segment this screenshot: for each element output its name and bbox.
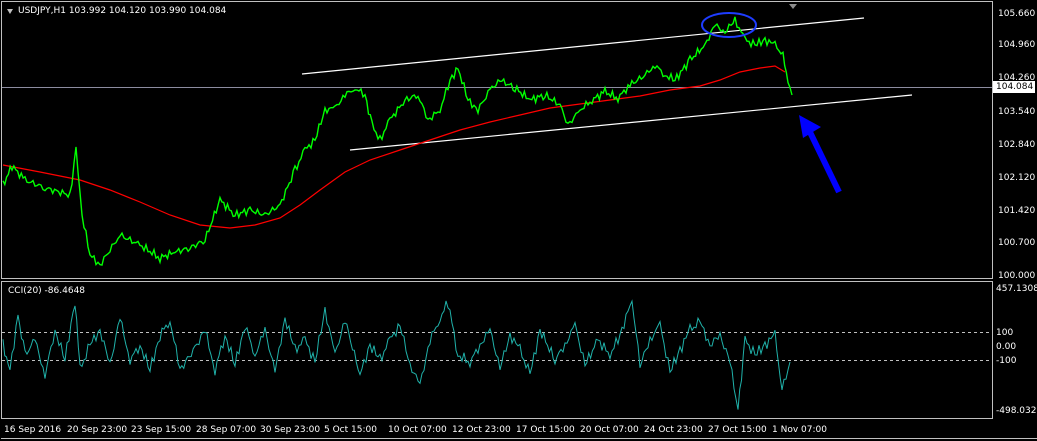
- price-label: 102.120: [998, 173, 1036, 183]
- cci-axis-label: 0.00: [996, 342, 1017, 352]
- current-price-label: 104.084: [996, 82, 1034, 92]
- price-line: [2, 16, 793, 266]
- time-label: 24 Oct 23:00: [644, 425, 703, 435]
- time-label: 12 Oct 23:00: [452, 425, 511, 435]
- time-label: 10 Oct 07:00: [388, 425, 447, 435]
- time-label: 27 Oct 15:00: [708, 425, 767, 435]
- cci-axis-label: 100: [996, 328, 1014, 338]
- indicator-pane-frame: [1, 281, 993, 419]
- price-label: 102.840: [998, 140, 1036, 150]
- channel-lower-line[interactable]: [349, 94, 913, 151]
- price-pane-frame: [1, 1, 993, 279]
- price-label: 105.660: [998, 9, 1036, 19]
- cci-axis-label: -100: [996, 356, 1017, 366]
- channel-upper-line[interactable]: [301, 17, 865, 75]
- collapse-triangle-icon[interactable]: [7, 9, 13, 14]
- shift-marker-icon[interactable]: [789, 4, 797, 9]
- time-label: 20 Sep 23:00: [67, 425, 128, 435]
- price-label: 100.700: [998, 238, 1036, 248]
- time-label: 17 Oct 15:00: [516, 425, 575, 435]
- time-label: 1 Nov 07:00: [772, 425, 827, 435]
- chart-header: USDJPY,H1 103.992 104.120 103.990 104.08…: [18, 6, 227, 16]
- time-label: 16 Sep 2016: [4, 425, 62, 435]
- indicator-title: CCI(20) -86.4648: [8, 286, 86, 296]
- price-label: 104.960: [998, 40, 1036, 50]
- cci-line: [2, 299, 791, 410]
- cci-axis-label: -498.0328: [996, 406, 1037, 416]
- price-label: 103.540: [998, 107, 1036, 117]
- chart-canvas[interactable]: [0, 0, 1037, 441]
- time-label: 5 Oct 15:00: [324, 425, 377, 435]
- price-label: 100.000: [998, 271, 1036, 281]
- time-label: 30 Sep 23:00: [260, 425, 321, 435]
- moving-average-line: [2, 65, 786, 229]
- blue-arrow-shaft[interactable]: [805, 126, 842, 194]
- time-label: 20 Oct 07:00: [580, 425, 639, 435]
- price-label: 101.420: [998, 206, 1036, 216]
- time-label: 23 Sep 15:00: [131, 425, 192, 435]
- cci-axis-label: 457.1308: [996, 284, 1037, 294]
- time-label: 28 Sep 07:00: [196, 425, 257, 435]
